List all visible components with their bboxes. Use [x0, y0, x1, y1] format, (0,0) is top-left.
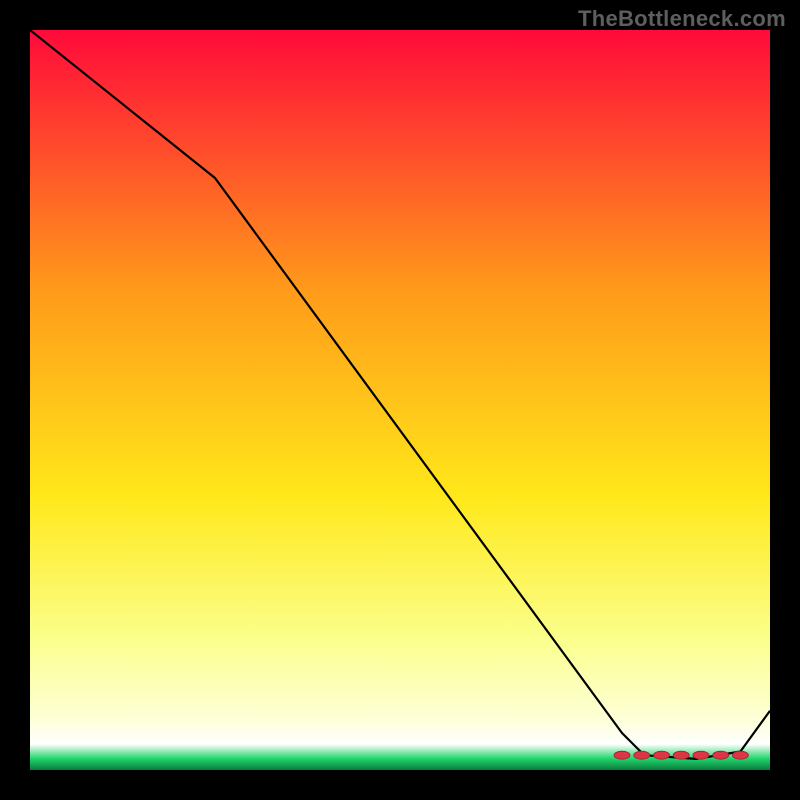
plot-area: [30, 30, 770, 770]
chart-frame: TheBottleneck.com: [0, 0, 800, 800]
valley-marker: [634, 751, 650, 759]
valley-marker: [654, 751, 670, 759]
chart-svg: [30, 30, 770, 770]
valley-marker: [713, 751, 729, 759]
watermark-text: TheBottleneck.com: [578, 6, 786, 32]
valley-marker: [614, 751, 630, 759]
valley-marker: [693, 751, 709, 759]
gradient-background: [30, 30, 770, 770]
valley-marker: [673, 751, 689, 759]
valley-marker: [732, 751, 748, 759]
